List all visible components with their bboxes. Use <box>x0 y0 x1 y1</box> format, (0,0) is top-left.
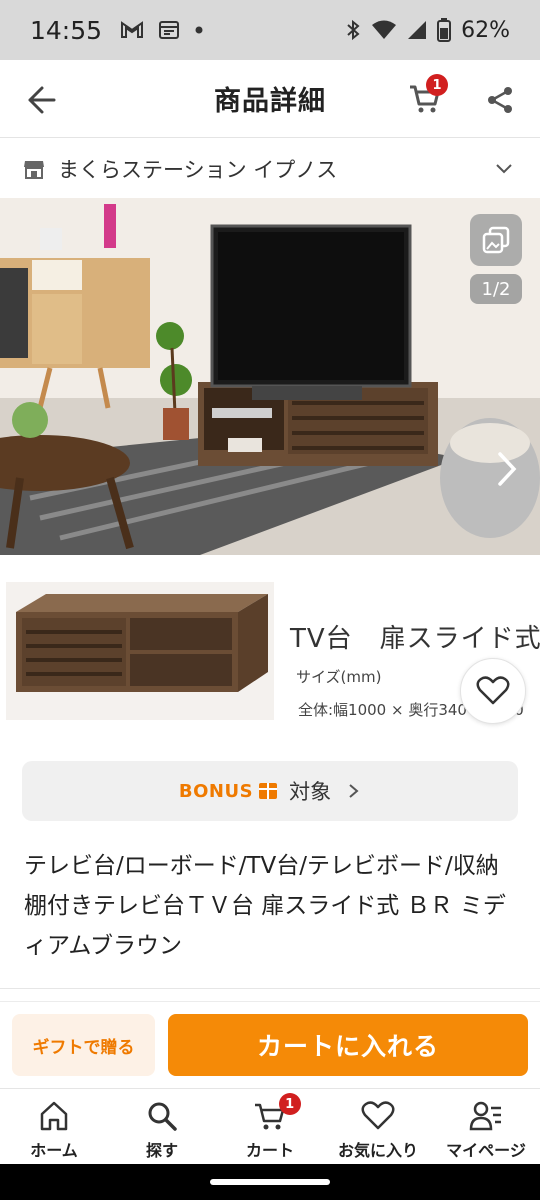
divider <box>0 988 540 989</box>
battery-percent: 62% <box>461 17 510 43</box>
battery-icon <box>437 18 452 42</box>
home-gesture-pill[interactable] <box>210 1179 330 1185</box>
gallery-icon <box>482 226 510 254</box>
tv-stand-photo <box>6 582 274 720</box>
chevron-right-icon <box>349 784 359 798</box>
bluetooth-icon <box>347 19 360 41</box>
status-time: 14:55 <box>30 15 103 45</box>
heart-icon <box>476 676 510 705</box>
nav-cart[interactable]: 1 カート <box>216 1089 324 1164</box>
calendar-icon <box>159 21 180 39</box>
sub-image-size-label: サイズ(mm) <box>296 668 382 686</box>
product-photo <box>0 198 540 555</box>
gallery-button[interactable] <box>470 214 522 266</box>
chevron-right-icon[interactable] <box>492 450 522 488</box>
search-icon <box>148 1102 177 1131</box>
favorite-button[interactable] <box>460 658 526 724</box>
add-to-cart-button[interactable]: カートに入れる <box>168 1014 528 1076</box>
product-title: テレビ台/ローボード/TV台/テレビボード/収納棚付きテレビ台ＴＶ台 扉スライド… <box>24 853 506 959</box>
nav-label: マイページ <box>446 1141 526 1160</box>
bonus-banner[interactable]: BONUS 対象 <box>22 761 518 821</box>
nav-label: 探す <box>145 1141 178 1160</box>
sub-image-title: TV台 扉スライド式 <box>290 624 540 654</box>
shop-selector[interactable]: まくらステーション イプノス <box>0 140 540 198</box>
gift-button[interactable]: ギフトで贈る <box>12 1014 155 1076</box>
nav-favorites[interactable]: お気に入り <box>324 1089 432 1164</box>
home-icon <box>40 1101 68 1131</box>
share-icon[interactable] <box>484 84 516 116</box>
status-right: 62% <box>345 18 510 43</box>
bonus-word: BONUS <box>178 780 254 802</box>
action-bar: ギフトで贈る カートに入れる <box>0 1002 540 1088</box>
dot-icon <box>195 26 203 34</box>
gmail-icon <box>121 21 144 38</box>
cart-badge: 1 <box>278 1093 301 1115</box>
chevron-down-icon[interactable] <box>494 158 514 178</box>
back-arrow-icon[interactable] <box>20 80 60 120</box>
secondary-image[interactable]: TV台 扉スライド式 サイズ(mm) 全体:幅1000 × 奥行340 × 0 <box>0 580 540 722</box>
store-icon <box>24 161 44 179</box>
user-icon <box>469 1101 501 1131</box>
heart-icon <box>361 1101 395 1130</box>
nav-home[interactable]: ホーム <box>0 1089 108 1164</box>
nav-label: お気に入り <box>337 1141 418 1160</box>
bonus-label: 対象 <box>289 780 332 804</box>
nav-label: ホーム <box>30 1141 78 1160</box>
notification-icons <box>120 20 204 40</box>
shop-name: まくらステーション イプノス <box>58 158 338 182</box>
nav-search[interactable]: 探す <box>108 1089 216 1164</box>
signal-icon <box>408 21 427 39</box>
nav-label: カート <box>245 1141 294 1160</box>
cart-badge: 1 <box>426 74 448 96</box>
page-title: 商品詳細 <box>214 86 326 117</box>
product-image[interactable] <box>0 198 540 555</box>
status-bar: 14:55 62% <box>0 0 540 60</box>
bottom-nav: ホーム 探す 1 カート お気に入り マイページ <box>0 1088 540 1164</box>
wifi-icon <box>372 20 397 39</box>
nav-mypage[interactable]: マイページ <box>432 1089 540 1164</box>
app-header: 商品詳細 1 <box>0 60 540 138</box>
system-nav-bar <box>0 1164 540 1200</box>
gift-box-icon <box>259 783 278 799</box>
image-counter: 1/2 <box>470 274 522 304</box>
